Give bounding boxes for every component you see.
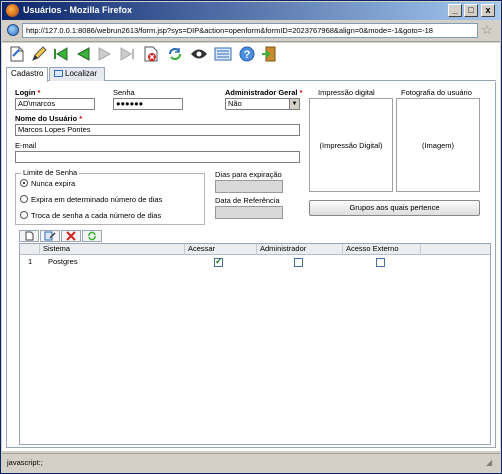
data-referencia-label: Data de Referência	[215, 196, 280, 205]
title-bar[interactable]: Usuários - Mozilla Firefox _ □ x	[2, 2, 500, 20]
grid-header-acessar[interactable]: Acessar	[185, 244, 257, 255]
tab-label: Cadastro	[11, 69, 44, 78]
browser-window: Usuários - Mozilla Firefox _ □ x http://…	[0, 0, 502, 474]
first-record-icon[interactable]	[52, 45, 70, 63]
previous-record-icon[interactable]	[74, 45, 92, 63]
page-content: ? Cadastro Localizar Login * AD\marcos S…	[2, 43, 500, 451]
radio-label: Expira em determinado número de dias	[31, 195, 163, 204]
refresh-grid-icon[interactable]	[82, 230, 102, 242]
grid-toolbar	[19, 230, 103, 242]
maximize-button[interactable]: □	[464, 4, 478, 17]
resize-grip-icon[interactable]: ◢	[486, 458, 496, 468]
limite-senha-legend: Limite de Senha	[21, 168, 80, 177]
minimize-button[interactable]: _	[448, 4, 462, 17]
sistemas-grid: Sistema Acessar Administrador Acesso Ext…	[19, 243, 491, 445]
status-text: javascript:;	[7, 458, 43, 467]
next-record-icon[interactable]	[96, 45, 114, 63]
status-bar: javascript:; ◢	[2, 453, 500, 473]
fotografia-box[interactable]: (Imagem)	[396, 98, 480, 192]
email-label: E-mail	[15, 141, 37, 150]
last-record-icon[interactable]	[118, 45, 136, 63]
acesso-externo-checkbox[interactable]	[376, 258, 385, 267]
admin-geral-label: Administrador Geral *	[225, 88, 303, 97]
radio-troca-senha[interactable]	[20, 211, 28, 219]
fotografia-label: Fotografia do usuário	[401, 88, 472, 97]
senha-label: Senha	[113, 88, 135, 97]
tab-cadastro[interactable]: Cadastro	[6, 67, 48, 82]
svg-text:?: ?	[244, 49, 251, 61]
dias-expiracao-label: Dias para expiração	[215, 170, 282, 179]
address-bar: http://127.0.0.1:8086/webrun2613/form.js…	[2, 20, 500, 42]
nome-label: Nome do Usuário *	[15, 114, 83, 123]
fotografia-placeholder: (Imagem)	[421, 140, 455, 150]
delete-row-icon[interactable]	[61, 230, 81, 242]
window-title: Usuários - Mozilla Firefox	[23, 5, 133, 15]
list-icon[interactable]	[214, 45, 232, 63]
grid-header-sistema[interactable]: Sistema	[40, 244, 185, 255]
data-referencia-field	[215, 206, 283, 219]
impressao-digital-placeholder: (Impressão Digital)	[319, 140, 383, 150]
grupos-button[interactable]: Grupos aos quais pertence	[309, 200, 480, 216]
row-number: 1	[28, 257, 33, 266]
acessar-checkbox[interactable]	[214, 256, 223, 267]
impressao-digital-box[interactable]: (Impressão Digital)	[309, 98, 393, 192]
cadastro-panel: Login * AD\marcos Senha ●●●●●● Administr…	[6, 82, 496, 448]
tab-bar: Cadastro Localizar	[6, 67, 496, 82]
grid-header-administrador[interactable]: Administrador	[257, 244, 343, 255]
senha-field[interactable]: ●●●●●●	[113, 98, 183, 110]
search-icon	[54, 70, 63, 78]
close-button[interactable]: x	[481, 4, 495, 17]
radio-expira-dias[interactable]	[20, 195, 28, 203]
grid-header-rownum	[20, 244, 40, 255]
edit-row-icon[interactable]	[40, 230, 60, 242]
administrador-checkbox[interactable]	[294, 258, 303, 267]
login-label: Login *	[15, 88, 41, 97]
radio-nunca-expira[interactable]	[20, 179, 28, 187]
firefox-icon	[6, 4, 19, 17]
exit-door-icon[interactable]	[260, 45, 278, 63]
refresh-icon[interactable]	[166, 45, 184, 63]
nome-field[interactable]: Marcos Lopes Pontes	[15, 124, 300, 136]
search-eye-icon[interactable]	[190, 45, 208, 63]
site-icon	[7, 24, 19, 36]
radio-label: Troca de senha a cada número de dias	[31, 211, 162, 220]
admin-geral-select[interactable]: Não ▼	[225, 98, 300, 110]
edit-pencil-icon[interactable]	[30, 45, 48, 63]
login-field[interactable]: AD\marcos	[15, 98, 95, 110]
grid-header: Sistema Acessar Administrador Acesso Ext…	[20, 244, 490, 255]
new-document-icon[interactable]	[8, 45, 26, 63]
impressao-digital-label: Impressão digital	[318, 88, 375, 97]
url-field[interactable]: http://127.0.0.1:8086/webrun2613/form.js…	[22, 23, 478, 38]
email-field[interactable]	[15, 151, 300, 163]
bookmark-star-icon[interactable]: ☆	[481, 22, 493, 38]
tab-localizar[interactable]: Localizar	[49, 67, 105, 81]
radio-label: Nunca expira	[31, 179, 76, 188]
delete-icon[interactable]	[142, 45, 160, 63]
add-row-icon[interactable]	[19, 230, 39, 242]
dias-expiracao-field	[215, 180, 283, 193]
chevron-down-icon[interactable]: ▼	[289, 99, 299, 109]
sistema-cell: Postgres	[48, 257, 78, 266]
table-row[interactable]: 1 Postgres	[20, 256, 490, 269]
tab-label: Localizar	[65, 69, 98, 78]
grid-header-acesso-externo[interactable]: Acesso Externo	[343, 244, 421, 255]
limite-senha-group: Limite de Senha Nunca expira Expira em d…	[15, 168, 205, 225]
help-icon[interactable]: ?	[238, 45, 256, 63]
form-toolbar: ?	[2, 43, 500, 65]
